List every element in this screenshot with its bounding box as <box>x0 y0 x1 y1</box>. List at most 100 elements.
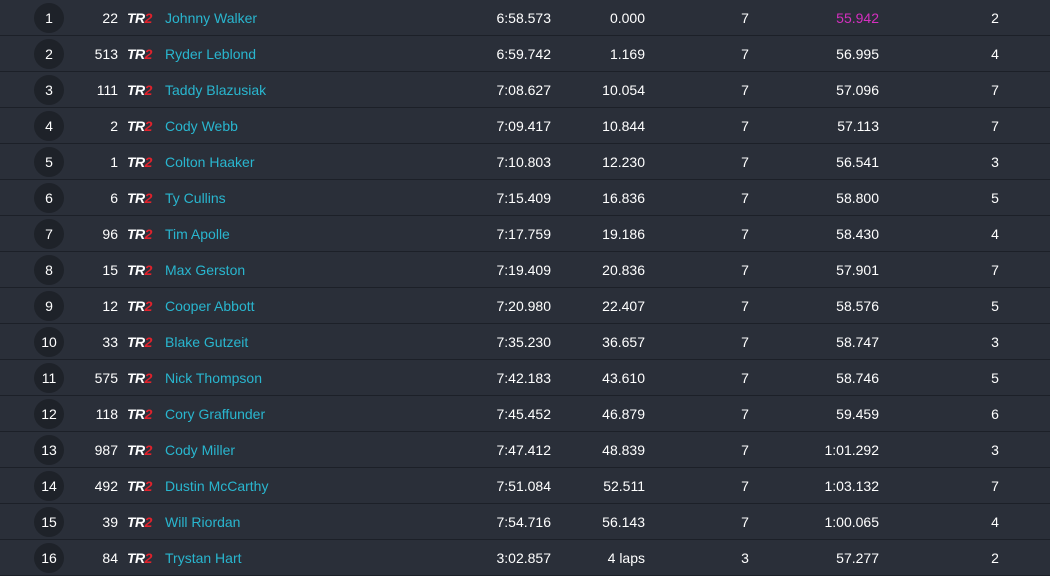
position-badge: 13 <box>34 435 64 465</box>
rider-number: 84 <box>102 550 118 566</box>
logo-prefix: TR <box>127 118 145 134</box>
result-row: 5 1 TR2 Colton Haaker 7:10.803 12.230 7 … <box>0 144 1050 180</box>
gap: 10.844 <box>602 118 645 134</box>
logo-prefix: TR <box>127 406 145 422</box>
best-lap-number: 3 <box>991 442 999 458</box>
rider-number: 33 <box>102 334 118 350</box>
gap: 4 laps <box>607 550 645 566</box>
rider-name-link[interactable]: Johnny Walker <box>165 0 257 35</box>
logo-prefix: TR <box>127 190 145 206</box>
rider-number: 15 <box>102 262 118 278</box>
laps: 7 <box>741 406 749 422</box>
rider-name-link[interactable]: Trystan Hart <box>165 540 242 575</box>
laps: 7 <box>741 442 749 458</box>
logo-suffix: 2 <box>144 154 153 170</box>
best-lap-number: 4 <box>991 46 999 62</box>
laps: 7 <box>741 514 749 530</box>
rider-number: 575 <box>94 370 118 386</box>
rider-number: 2 <box>110 118 118 134</box>
logo-prefix: TR <box>127 334 145 350</box>
total-time: 7:35.230 <box>496 334 552 350</box>
rider-name-link[interactable]: Nick Thompson <box>165 360 262 395</box>
logo-prefix: TR <box>127 442 145 458</box>
total-time: 7:45.452 <box>496 406 552 422</box>
position-badge: 16 <box>34 543 64 573</box>
tr2-class-logo-icon: TR2 <box>127 432 159 467</box>
tr2-class-logo-icon: TR2 <box>127 216 159 251</box>
tr2-class-logo-icon: TR2 <box>127 0 159 35</box>
tr2-class-logo-icon: TR2 <box>127 360 159 395</box>
best-lap-time: 58.746 <box>836 370 879 386</box>
best-lap-time: 58.800 <box>836 190 879 206</box>
logo-suffix: 2 <box>144 370 153 386</box>
result-row: 11 575 TR2 Nick Thompson 7:42.183 43.610… <box>0 360 1050 396</box>
best-lap-number: 5 <box>991 370 999 386</box>
gap: 22.407 <box>602 298 645 314</box>
rider-number: 96 <box>102 226 118 242</box>
best-lap-time: 1:01.292 <box>824 442 880 458</box>
rider-name-link[interactable]: Dustin McCarthy <box>165 468 268 503</box>
gap: 16.836 <box>602 190 645 206</box>
position-badge: 10 <box>34 327 64 357</box>
gap: 10.054 <box>602 82 645 98</box>
logo-prefix: TR <box>127 82 145 98</box>
rider-number: 111 <box>96 82 118 98</box>
best-lap-number: 3 <box>991 154 999 170</box>
logo-prefix: TR <box>127 298 145 314</box>
logo-suffix: 2 <box>144 298 153 314</box>
rider-name-link[interactable]: Ty Cullins <box>165 180 226 215</box>
result-row: 13 987 TR2 Cody Miller 7:47.412 48.839 7… <box>0 432 1050 468</box>
total-time: 7:08.627 <box>496 82 552 98</box>
rider-name-link[interactable]: Ryder Leblond <box>165 36 256 71</box>
rider-name-link[interactable]: Blake Gutzeit <box>165 324 248 359</box>
total-time: 7:09.417 <box>496 118 552 134</box>
position-badge: 11 <box>34 363 64 393</box>
rider-name-link[interactable]: Cory Graffunder <box>165 396 265 431</box>
best-lap-number: 7 <box>991 262 999 278</box>
tr2-class-logo-icon: TR2 <box>127 72 159 107</box>
rider-name-link[interactable]: Taddy Blazusiak <box>165 72 266 107</box>
laps: 7 <box>741 46 749 62</box>
laps: 7 <box>741 82 749 98</box>
best-lap-time: 57.113 <box>837 118 879 134</box>
gap: 52.511 <box>603 478 645 494</box>
best-lap-number: 2 <box>991 550 999 566</box>
logo-prefix: TR <box>127 550 145 566</box>
position-badge: 8 <box>34 255 64 285</box>
position-badge: 4 <box>34 111 64 141</box>
total-time: 6:59.742 <box>496 46 552 62</box>
logo-suffix: 2 <box>144 226 153 242</box>
position-badge: 1 <box>34 3 64 33</box>
laps: 7 <box>741 262 749 278</box>
rider-number: 12 <box>102 298 118 314</box>
result-row: 12 118 TR2 Cory Graffunder 7:45.452 46.8… <box>0 396 1050 432</box>
logo-suffix: 2 <box>144 478 153 494</box>
laps: 3 <box>741 550 749 566</box>
best-lap-time: 58.576 <box>836 298 879 314</box>
rider-name-link[interactable]: Cody Webb <box>165 108 238 143</box>
best-lap-number: 7 <box>991 82 999 98</box>
gap: 48.839 <box>602 442 645 458</box>
rider-name-link[interactable]: Tim Apolle <box>165 216 230 251</box>
rider-name-link[interactable]: Will Riordan <box>165 504 240 539</box>
position-badge: 7 <box>34 219 64 249</box>
best-lap-time: 56.541 <box>836 154 879 170</box>
logo-prefix: TR <box>127 226 145 242</box>
total-time: 7:54.716 <box>496 514 552 530</box>
rider-name-link[interactable]: Cody Miller <box>165 432 235 467</box>
rider-name-link[interactable]: Cooper Abbott <box>165 288 255 323</box>
logo-suffix: 2 <box>144 550 153 566</box>
logo-prefix: TR <box>127 46 145 62</box>
best-lap-time: 57.096 <box>836 82 879 98</box>
gap: 20.836 <box>602 262 645 278</box>
best-lap-number: 5 <box>991 298 999 314</box>
tr2-class-logo-icon: TR2 <box>127 36 159 71</box>
logo-prefix: TR <box>127 262 145 278</box>
result-row: 16 84 TR2 Trystan Hart 3:02.857 4 laps 3… <box>0 540 1050 576</box>
rider-name-link[interactable]: Colton Haaker <box>165 144 255 179</box>
rider-name-link[interactable]: Max Gerston <box>165 252 245 287</box>
best-lap-time: 1:03.132 <box>824 478 880 494</box>
logo-prefix: TR <box>127 514 145 530</box>
logo-suffix: 2 <box>144 118 153 134</box>
logo-suffix: 2 <box>144 442 153 458</box>
